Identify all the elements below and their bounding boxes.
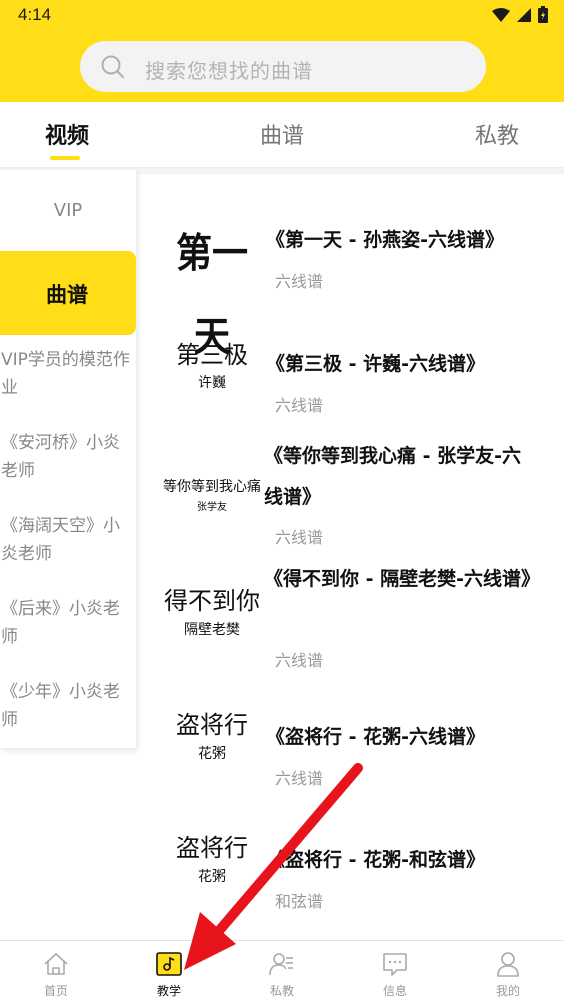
message-icon [383,953,407,976]
status-bar: 4:14 [0,0,564,32]
top-tabs: 视频 曲谱 私教 [0,102,564,168]
nav-label: 我的 [495,984,520,998]
wifi-icon [492,7,510,22]
sidebar-item-houlai[interactable]: 《后来》小炎老师 [1,595,135,651]
status-icons [492,6,548,23]
sidebar-item-vip-homework[interactable]: VIP学员的模范作业 [1,346,135,402]
item-subtitle: 六线谱 [275,272,324,291]
list-item[interactable]: 得不到你 隔壁老樊 《得不到你 - 隔壁老樊-六线谱》 六线谱 [160,559,550,670]
sidebar-item-shaonian[interactable]: 《少年》小炎老师 [1,678,135,734]
bottom-navigation: 首页 教学 私教 信息 我的 [0,940,564,1004]
battery-icon [538,6,548,23]
nav-label: 私教 [269,984,294,998]
item-title: 《第三极 - 许巍-六线谱》 [266,353,486,375]
item-subtitle: 六线谱 [275,528,324,547]
score-thumbnail: 等你等到我心痛 张学友 [163,479,261,513]
nav-mine[interactable]: 我的 [468,941,548,1004]
user-list-icon [269,953,293,976]
status-time: 4:14 [18,5,52,24]
item-title: 《盗将行 - 花粥-和弦谱》 [266,849,486,871]
sidebar-item-scores[interactable]: 曲谱 [0,251,136,335]
category-sidebar: VIP 曲谱 VIP学员的模范作业 《安河桥》小炎老师 《海阔天空》小炎老师 《… [0,170,136,748]
tab-indicator [50,156,80,160]
item-subtitle: 和弦谱 [275,892,324,911]
score-thumbnail: 盗将行 花粥 [176,711,248,762]
nav-label: 教学 [156,984,181,998]
nav-private-lessons[interactable]: 私教 [242,941,322,1004]
score-thumbnail: 第一天 [175,231,248,360]
nav-home[interactable]: 首页 [16,941,96,1004]
nav-messages[interactable]: 信息 [355,941,435,1004]
app-header: 4:14 搜索您想找的曲谱 [0,0,564,102]
sidebar-item-anheqiao[interactable]: 《安河桥》小炎老师 [1,429,135,485]
nav-teaching[interactable]: 教学 [129,941,209,1004]
list-item[interactable]: 等你等到我心痛 张学友 《等你等到我心痛 - 张学友-六线谱》 六线谱 [160,436,550,547]
home-icon [44,953,68,975]
signal-icon [517,7,531,22]
sidebar-item-vip[interactable]: VIP [0,200,136,221]
search-icon [101,55,125,79]
sidebar-item-haikuotiankong[interactable]: 《海阔天空》小炎老师 [1,512,135,568]
search-placeholder: 搜索您想找的曲谱 [145,59,313,83]
tab-private-lessons[interactable]: 私教 [475,118,519,150]
score-thumbnail: 第三极 许巍 [176,341,248,391]
item-subtitle: 六线谱 [275,769,324,788]
score-thumbnail: 盗将行 花粥 [176,834,248,885]
score-thumbnail: 得不到你 隔壁老樊 [164,587,260,638]
person-icon [497,952,519,977]
item-title: 《盗将行 - 花粥-六线谱》 [266,726,486,748]
list-item[interactable]: 盗将行 花粥 《盗将行 - 花粥-六线谱》 六线谱 [160,711,550,807]
list-item[interactable]: 第一天 《第一天 - 孙燕姿-六线谱》 六线谱 [160,220,550,360]
item-subtitle: 六线谱 [275,651,324,670]
sidebar-item-label: 曲谱 [46,283,88,307]
nav-label: 首页 [43,984,68,998]
tab-scores[interactable]: 曲谱 [260,118,304,150]
item-title: 《等你等到我心痛 - 张学友-六线谱》 [264,445,522,508]
music-note-icon [156,952,182,976]
item-subtitle: 六线谱 [275,396,324,415]
item-title: 《第一天 - 孙燕姿-六线谱》 [266,229,505,251]
list-item[interactable]: 盗将行 花粥 《盗将行 - 花粥-和弦谱》 和弦谱 [160,834,550,930]
item-title: 《得不到你 - 隔壁老樊-六线谱》 [264,568,541,590]
search-input[interactable]: 搜索您想找的曲谱 [80,41,486,92]
nav-label: 信息 [382,984,407,998]
list-item[interactable]: 第三极 许巍 《第三极 - 许巍-六线谱》 六线谱 [160,341,550,434]
tab-video[interactable]: 视频 [45,118,89,150]
